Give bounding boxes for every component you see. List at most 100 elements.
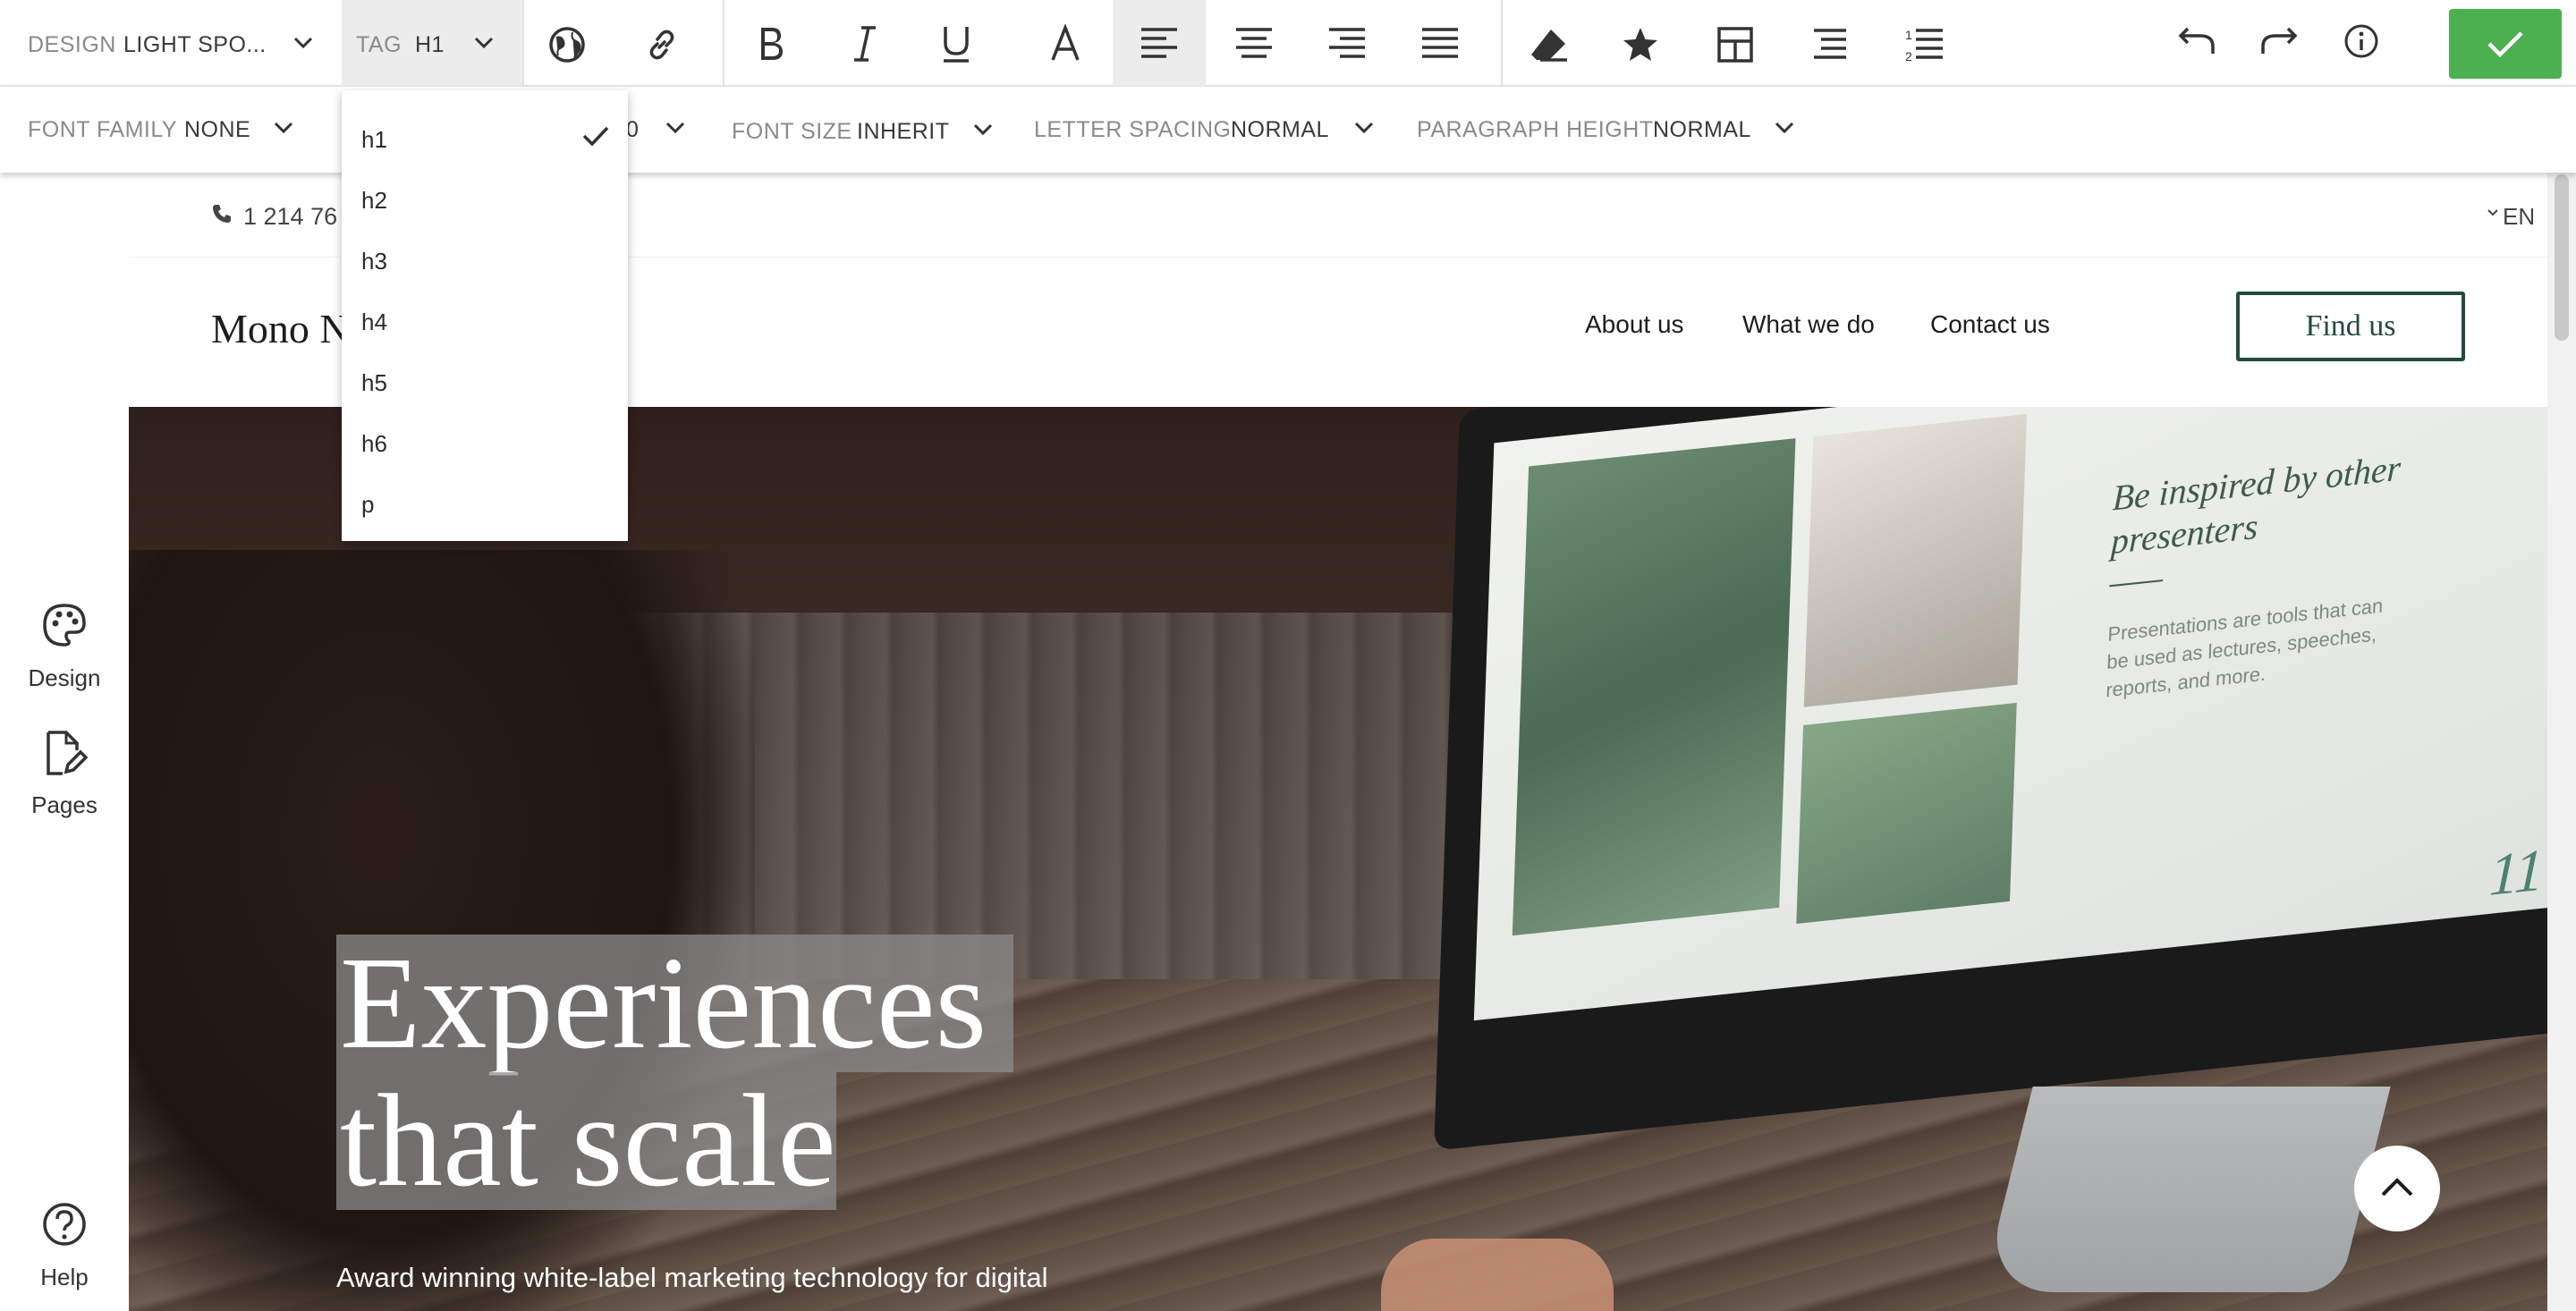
bullet-list-icon[interactable]: [1807, 21, 1853, 68]
help-icon: [41, 1201, 88, 1252]
hero-title-text-1: Experiences: [340, 930, 987, 1077]
dropdown-option-label: h3: [361, 248, 387, 275]
dropdown-option-h6[interactable]: h6: [342, 412, 628, 466]
check-icon: [581, 124, 610, 152]
letter-spacing-label: LETTER SPACING: [1034, 117, 1232, 142]
align-left-button[interactable]: [1113, 0, 1206, 87]
site-logo[interactable]: Mono N: [211, 305, 350, 352]
design-selector[interactable]: DESIGN LIGHT SPO...: [0, 0, 340, 87]
redo-icon[interactable]: [2256, 20, 2302, 63]
chevron-down-icon: [272, 119, 295, 141]
language-label: EN: [2503, 203, 2536, 230]
hero-title-text-2: that scale: [336, 1072, 836, 1210]
paragraph-height-label: PARAGRAPH HEIGHT: [1417, 117, 1654, 142]
font-family-label: FONT FAMILY: [28, 117, 178, 142]
align-center-icon[interactable]: [1231, 23, 1277, 64]
nav-link-what-we-do[interactable]: What we do: [1742, 310, 1875, 339]
sidebar-item-design[interactable]: Design: [0, 602, 129, 709]
letter-spacing-selector[interactable]: LETTER SPACING NORMAL: [1020, 87, 1377, 173]
check-icon: [2484, 22, 2527, 65]
chevron-down-icon: [472, 34, 496, 56]
sidebar-label-design: Design: [28, 664, 101, 691]
toolbar-divider: [522, 0, 524, 87]
design-value: LIGHT SPO...: [123, 32, 267, 57]
dropdown-option-h5[interactable]: h5: [342, 351, 628, 405]
dropdown-option-label: h2: [361, 187, 387, 214]
chevron-down-icon: [2487, 207, 2499, 224]
chevron-up-icon: [2379, 1175, 2415, 1203]
find-us-label: Find us: [2305, 309, 2396, 343]
hero-title[interactable]: Experiences that scale: [336, 935, 1014, 1210]
monitor-screen: Be inspired by other presenters Presenta…: [1473, 407, 2547, 1021]
globe-icon[interactable]: [544, 21, 590, 68]
align-left-icon: [1136, 23, 1182, 64]
sidebar-label-pages: Pages: [31, 791, 97, 818]
dropdown-option-h1[interactable]: h1: [342, 108, 628, 162]
dropdown-option-p[interactable]: p: [342, 473, 628, 527]
undo-icon[interactable]: [2174, 20, 2220, 63]
dropdown-option-h4[interactable]: h4: [342, 291, 628, 344]
screen-heading: Be inspired by other presenters: [2110, 447, 2402, 562]
chevron-down-icon: [971, 121, 995, 143]
dropdown-option-h3[interactable]: h3: [342, 230, 628, 283]
table-icon[interactable]: [1712, 21, 1758, 68]
underline-icon[interactable]: [932, 20, 980, 68]
monitor-stand: [1981, 1087, 2391, 1292]
font-family-selector[interactable]: FONT FAMILY NONE: [0, 87, 331, 173]
scroll-to-top-button[interactable]: [2354, 1146, 2440, 1231]
chevron-down-icon: [1773, 119, 1796, 141]
tag-label: TAG: [356, 32, 402, 57]
nav-link-contact[interactable]: Contact us: [1930, 310, 2050, 339]
italic-icon[interactable]: [841, 20, 889, 68]
hero-section: Be inspired by other presenters Presenta…: [129, 407, 2547, 1311]
screen-body: Presentations are tools that can be used…: [2105, 594, 2384, 702]
sidebar-label-help: Help: [40, 1264, 89, 1290]
confirm-button[interactable]: [2449, 9, 2562, 79]
screen-photo-plant: [1512, 438, 1796, 936]
palette-icon: [41, 602, 88, 653]
sidebar-item-pages[interactable]: Pages: [0, 729, 129, 836]
text-color-icon[interactable]: [1041, 20, 1089, 68]
numbered-list-icon[interactable]: 12: [1900, 21, 1948, 68]
screen-divider: [2109, 579, 2164, 588]
dropdown-option-h2[interactable]: h2: [342, 169, 628, 223]
hero-title-line-1: Experiences: [336, 935, 1014, 1072]
dropdown-option-label: p: [361, 491, 375, 518]
hero-subtitle: Award winning white-label marketing tech…: [336, 1262, 1048, 1293]
align-right-icon[interactable]: [1324, 23, 1370, 64]
eraser-icon[interactable]: [1524, 21, 1572, 70]
font-family-value: NONE: [184, 117, 251, 142]
hero-hand: [1381, 1239, 1614, 1311]
design-label: DESIGN: [28, 32, 116, 57]
dropdown-option-label: h1: [361, 126, 387, 153]
sidebar-item-help[interactable]: Help: [0, 1201, 129, 1308]
letter-spacing-value: NORMAL: [1231, 117, 1329, 142]
left-sidebar: Design Pages Help: [0, 173, 129, 1311]
paragraph-height-value: NORMAL: [1653, 117, 1751, 142]
screen-photo-desk: [1803, 413, 2028, 707]
toolbar-divider: [723, 0, 724, 87]
chevron-down-icon: [664, 119, 687, 141]
nav-link-about[interactable]: About us: [1585, 310, 1684, 339]
find-us-button[interactable]: Find us: [2236, 292, 2465, 361]
align-justify-icon[interactable]: [1417, 23, 1463, 64]
hero-title-line-2: that scale: [336, 1072, 1013, 1210]
tag-dropdown-menu: h1 h2 h3 h4 h5 h6 p: [342, 90, 628, 541]
dropdown-option-label: h6: [361, 430, 387, 457]
svg-text:1: 1: [1905, 28, 1912, 42]
font-size-selector[interactable]: FONT SIZE INHERIT: [716, 87, 1011, 173]
main-toolbar: DESIGN LIGHT SPO... TAG H1 1 2: [0, 0, 2576, 87]
star-icon[interactable]: [1617, 21, 1664, 68]
scrollbar-thumb[interactable]: [2555, 174, 2569, 341]
scrollbar-track[interactable]: [2547, 173, 2576, 1311]
bold-icon[interactable]: [746, 20, 794, 68]
tag-selector[interactable]: TAG H1: [342, 0, 522, 87]
paragraph-height-selector[interactable]: PARAGRAPH HEIGHT NORMAL: [1404, 87, 1816, 173]
font-size-value: INHERIT: [857, 119, 950, 144]
font-size-label: FONT SIZE: [732, 119, 852, 144]
toolbar-divider: [1501, 0, 1503, 87]
info-icon[interactable]: [2338, 18, 2385, 64]
tag-value: H1: [415, 32, 445, 57]
link-icon[interactable]: [639, 21, 685, 68]
dropdown-option-label: h5: [361, 369, 387, 396]
